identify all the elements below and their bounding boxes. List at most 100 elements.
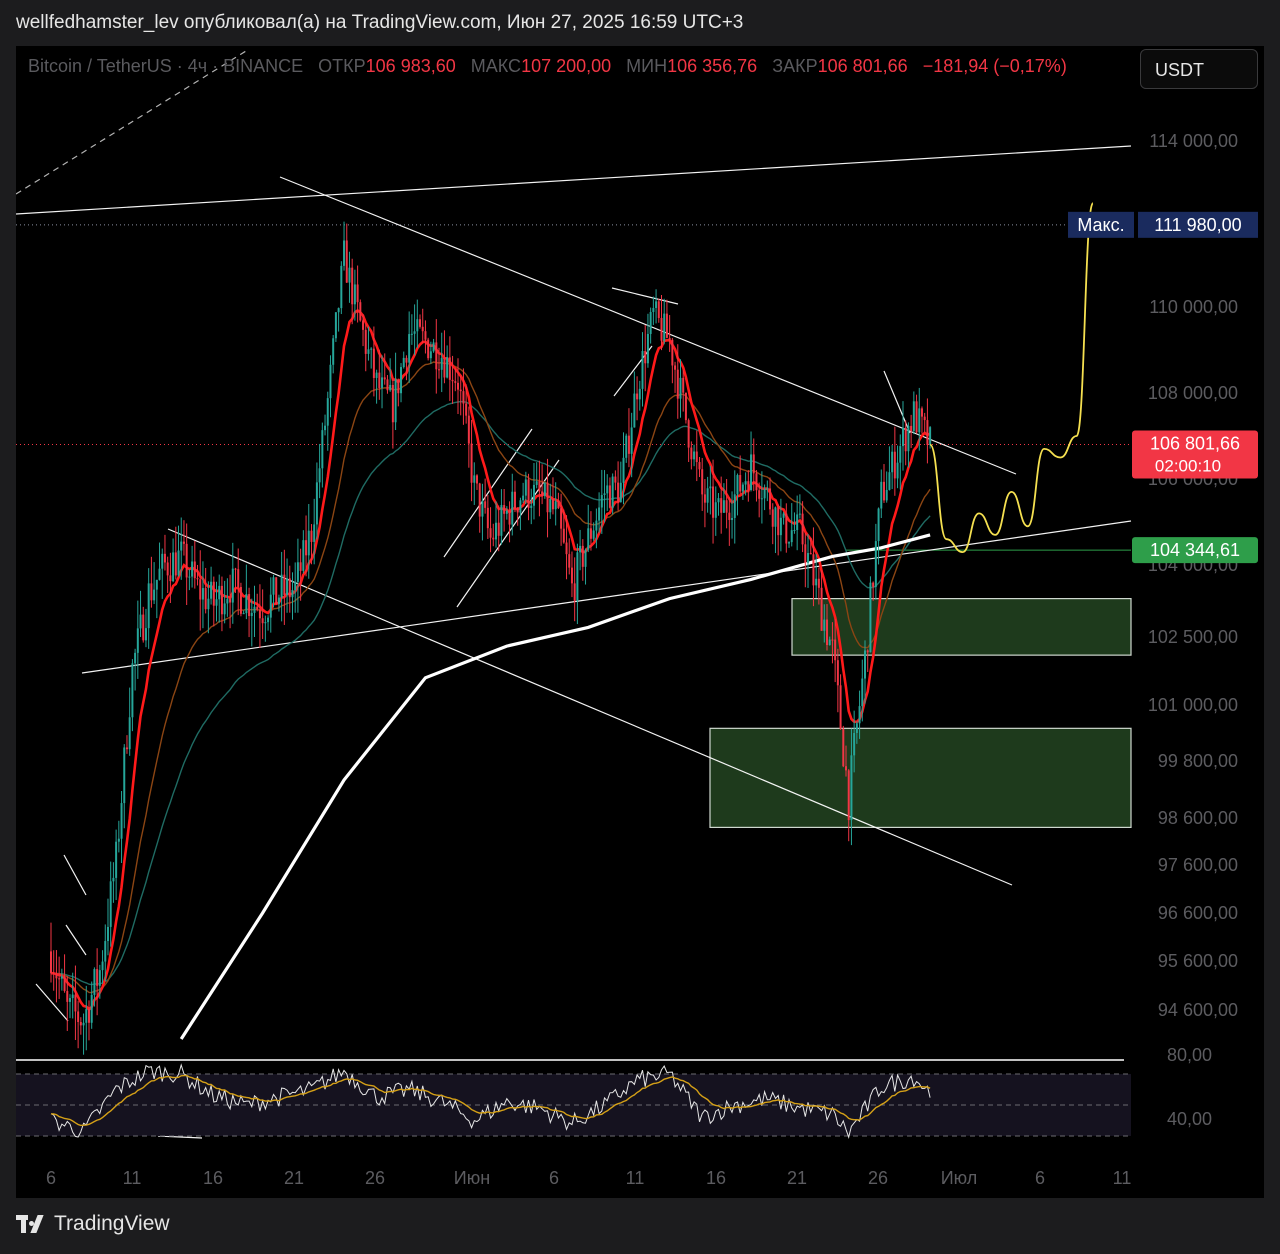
down-candle	[288, 578, 291, 598]
up-candle	[646, 333, 649, 364]
up-candle	[245, 594, 248, 614]
down-candle	[96, 969, 99, 986]
up-candle	[158, 568, 161, 580]
up-candle	[440, 358, 443, 370]
down-candle	[185, 543, 188, 578]
time-tick-label: 6	[549, 1168, 559, 1188]
down-candle	[777, 507, 780, 536]
down-candle	[397, 379, 400, 394]
price-tick-label: 102 500,00	[1148, 627, 1238, 647]
down-candle	[212, 581, 215, 606]
up-candle	[622, 457, 625, 483]
up-candle	[731, 517, 734, 520]
down-candle	[169, 575, 172, 582]
down-candle	[684, 392, 687, 421]
low-label: МИН	[626, 56, 668, 76]
down-candle	[834, 639, 837, 661]
up-candle	[733, 494, 736, 518]
down-candle	[462, 391, 465, 404]
down-candle	[831, 639, 834, 641]
price-tick-label: 108 000,00	[1148, 383, 1238, 403]
down-candle	[557, 501, 560, 509]
currency-button[interactable]: USDT	[1140, 49, 1258, 89]
up-candle	[763, 488, 766, 499]
down-candle	[125, 747, 128, 750]
down-candle	[391, 384, 394, 423]
down-candle	[546, 482, 549, 513]
down-candle	[454, 381, 457, 383]
down-candle	[657, 301, 660, 318]
chart-panel[interactable]: 114 000,00 110 000,00 108 000,00 106 000,00…	[16, 46, 1264, 1198]
down-candle	[182, 541, 185, 544]
up-candle	[543, 482, 546, 496]
down-candle	[636, 393, 639, 400]
up-candle	[896, 462, 899, 479]
up-candle	[315, 482, 318, 525]
tradingview-footer: TradingView	[16, 1212, 170, 1236]
down-candle	[676, 369, 679, 399]
up-candle	[655, 301, 658, 308]
up-candle	[877, 508, 880, 542]
down-candle	[644, 351, 647, 364]
down-candle	[484, 501, 487, 508]
up-candle	[402, 357, 405, 368]
down-candle	[904, 427, 907, 452]
up-candle	[410, 333, 413, 335]
down-candle	[405, 357, 408, 363]
down-candle	[459, 389, 462, 392]
up-candle	[828, 639, 831, 646]
price-chart[interactable]: 114 000,00110 000,00108 000,00106 000,00…	[16, 46, 1264, 1198]
down-candle	[163, 553, 166, 563]
demand-zone	[709, 727, 1132, 828]
down-candle	[489, 528, 492, 538]
down-candle	[478, 483, 481, 517]
up-candle	[874, 541, 877, 587]
down-candle	[617, 482, 620, 503]
price-tick-label: 96 600,00	[1158, 903, 1238, 923]
max-value: 111 980,00	[1154, 215, 1241, 235]
up-candle	[367, 349, 370, 354]
up-candle	[714, 502, 717, 518]
trend-line	[16, 145, 1132, 215]
price-tick-label: 98 600,00	[1158, 808, 1238, 828]
open-value: 106 983,60	[365, 56, 456, 76]
down-candle	[801, 513, 804, 545]
up-candle	[93, 969, 96, 995]
down-candle	[234, 568, 237, 570]
up-candle	[750, 454, 753, 490]
down-candle	[256, 606, 259, 610]
down-candle	[77, 1011, 80, 1023]
down-candle	[457, 382, 459, 390]
down-candle	[50, 951, 52, 974]
rsi-tick-label: 40,00	[1167, 1109, 1212, 1129]
time-tick-label: 21	[284, 1168, 304, 1188]
down-candle	[687, 420, 690, 448]
down-candle	[758, 490, 761, 499]
up-candle	[136, 628, 139, 653]
up-candle	[101, 961, 104, 971]
down-candle	[516, 508, 519, 513]
up-candle	[207, 598, 210, 610]
down-candle	[513, 491, 516, 509]
down-candle	[755, 473, 758, 491]
up-candle	[481, 501, 484, 517]
down-candle	[378, 372, 381, 388]
down-candle	[174, 552, 177, 576]
up-candle	[907, 425, 910, 452]
down-candle	[419, 319, 422, 327]
up-candle	[210, 581, 213, 599]
up-candle	[853, 732, 856, 756]
up-candle	[318, 468, 321, 483]
up-candle	[473, 475, 476, 483]
symbol-name[interactable]: Bitcoin / TetherUS · 4ч · BINANCE	[28, 56, 303, 76]
down-candle	[820, 587, 823, 631]
down-candle	[193, 561, 196, 579]
down-candle	[703, 494, 706, 503]
down-candle	[443, 358, 446, 378]
up-candle	[774, 507, 777, 527]
down-candle	[665, 313, 668, 338]
down-candle	[785, 513, 788, 544]
up-candle	[679, 377, 682, 399]
down-candle	[560, 508, 563, 529]
up-candle	[576, 552, 579, 601]
